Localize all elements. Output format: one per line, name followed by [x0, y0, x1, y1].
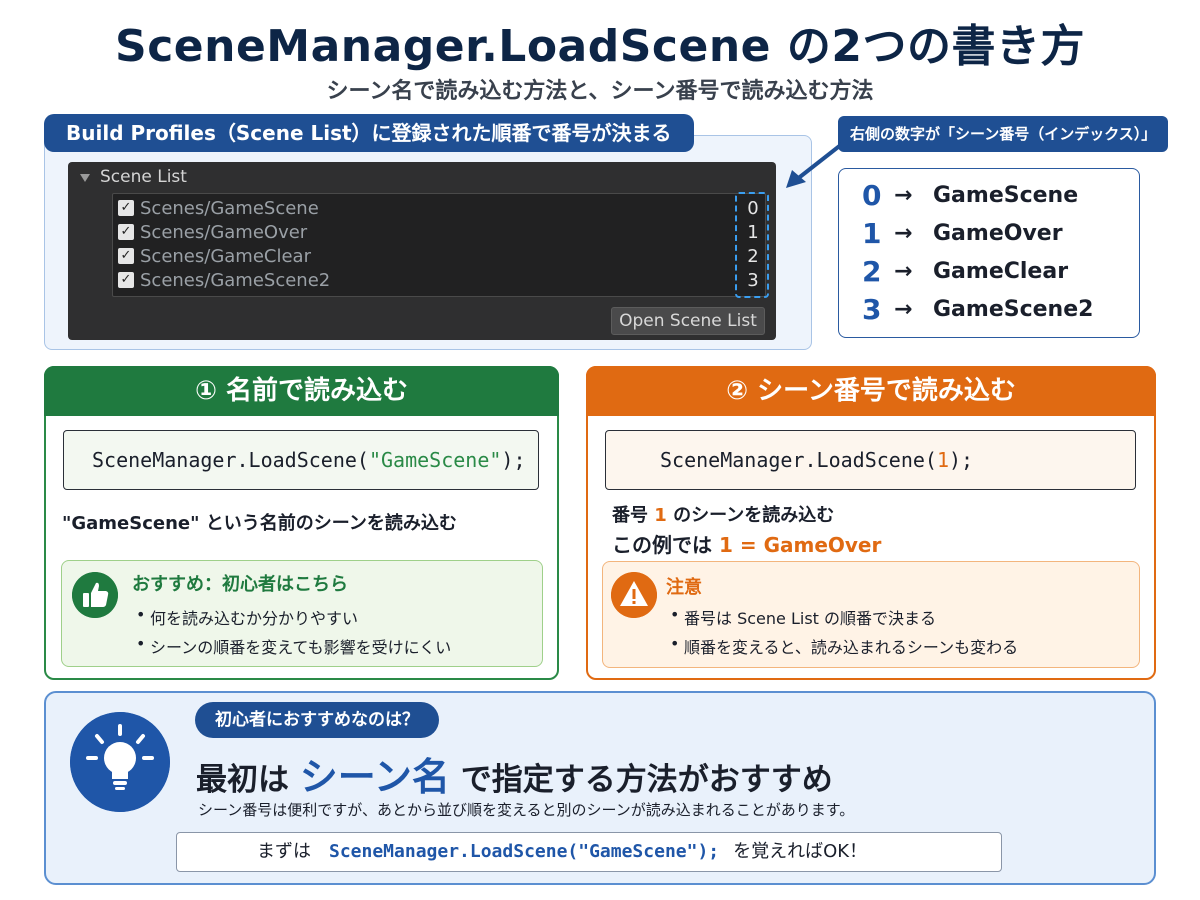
scene-row: ✓ Scenes/GameClear 2: [118, 245, 759, 269]
desc-text: この例では: [612, 533, 712, 557]
desc-example-value: 1 = GameOver: [718, 533, 882, 557]
desc-text: のシーンを読み込む: [673, 505, 835, 526]
load-by-number-example: この例では 1 = GameOver: [612, 529, 881, 558]
load-by-name-description: "GameScene" という名前のシーンを読み込む: [62, 513, 457, 534]
right-arrow-icon: →: [894, 183, 913, 208]
foldout-triangle-icon[interactable]: [80, 174, 90, 182]
scene-number-callout: 右側の数字が「シーン番号（インデックス）」: [838, 116, 1169, 152]
checkbox-checked-icon[interactable]: ✓: [118, 272, 134, 288]
page-title: SceneManager.LoadScene の2つの書き方: [115, 21, 1085, 72]
scene-list-header: Scene List: [100, 167, 187, 187]
code-number-arg: 1: [936, 448, 949, 472]
code-call: SceneManager.LoadScene(: [660, 448, 937, 472]
mapping-number: 2: [862, 255, 882, 288]
scene-path: Scenes/GameScene: [140, 198, 319, 219]
mapping-number: 1: [862, 217, 882, 250]
recommendation-text: シーン番号は便利ですが、あとから並び順を変えると別のシーンが読み込まれることがあ…: [198, 801, 855, 819]
mapping-scene: GameClear: [933, 259, 1069, 284]
headline-emphasis: シーン名: [299, 755, 450, 799]
load-by-number-heading: ② シーン番号で読み込む: [586, 366, 1156, 416]
build-profiles-banner: Build Profiles（Scene List）に登録された順番で番号が決ま…: [44, 114, 694, 152]
open-scene-list-button[interactable]: Open Scene List: [611, 307, 765, 335]
recommendation-pill: 初心者におすすめなのは？: [195, 702, 439, 738]
code-call: SceneManager.LoadScene(: [92, 448, 369, 472]
headline-text: 最初は: [196, 762, 289, 798]
scene-row: ✓ Scenes/GameScene2 3: [118, 269, 759, 293]
mapping-row: 2 → GameClear: [862, 254, 1122, 290]
recommend-note-item: 何を読み込むか分かりやすい: [136, 605, 358, 629]
scene-row: ✓ Scenes/GameOver 1: [118, 221, 759, 245]
scene-path: Scenes/GameClear: [140, 246, 311, 267]
mapping-number: 3: [862, 293, 882, 326]
scene-path: Scenes/GameScene2: [140, 270, 331, 291]
recommend-note-title: おすすめ：初心者はこちら: [132, 574, 348, 595]
warning-note-title: 注意: [666, 577, 702, 598]
code-end: );: [949, 448, 974, 472]
load-by-number-description: 番号 1 のシーンを読み込む: [612, 501, 834, 527]
headline-text: で指定する方法がおすすめ: [460, 762, 833, 798]
checkbox-checked-icon[interactable]: ✓: [118, 200, 134, 216]
right-arrow-icon: →: [894, 221, 913, 246]
warning-note-item: 順番を変えると、読み込まれるシーンも変わる: [670, 634, 1018, 658]
scene-path: Scenes/GameOver: [140, 222, 308, 243]
scene-row: ✓ Scenes/GameScene 0: [118, 197, 759, 221]
code-box-text: を覚えればOK！: [733, 841, 868, 862]
lightbulb-icon: [70, 712, 170, 812]
mapping-row: 0 → GameScene: [862, 178, 1122, 214]
mapping-row: 1 → GameOver: [862, 216, 1122, 252]
code-end: );: [501, 448, 526, 472]
thumbs-up-icon: [72, 572, 118, 618]
desc-number: 1: [654, 505, 667, 526]
code-box-text: まずは: [257, 841, 311, 862]
warning-note-item: 番号は Scene List の順番で決まる: [670, 605, 936, 629]
page-subtitle: シーン名で読み込む方法と、シーン番号で読み込む方法: [326, 79, 874, 104]
mapping-row: 3 → GameScene2: [862, 292, 1122, 328]
right-arrow-icon: →: [894, 297, 913, 322]
load-by-name-code: SceneManager.LoadScene("GameScene");: [63, 430, 539, 490]
right-arrow-icon: →: [894, 259, 913, 284]
recommend-note-item: シーンの順番を変えても影響を受けにくい: [136, 634, 451, 658]
mapping-number: 0: [862, 179, 882, 212]
mapping-scene: GameScene2: [933, 297, 1094, 322]
recommendation-code-box: まずは SceneManager.LoadScene("GameScene"); を…: [176, 832, 1002, 872]
recommendation-headline: 最初は シーン名 で指定する方法がおすすめ: [196, 746, 833, 801]
checkbox-checked-icon[interactable]: ✓: [118, 248, 134, 264]
index-highlight-frame: [735, 192, 769, 298]
checkbox-checked-icon[interactable]: ✓: [118, 224, 134, 240]
mapping-scene: GameScene: [933, 183, 1079, 208]
code-string-arg: "GameScene": [368, 448, 502, 472]
warning-icon: [611, 572, 657, 618]
mapping-scene: GameOver: [933, 221, 1063, 246]
recommended-code: SceneManager.LoadScene("GameScene");: [329, 841, 720, 862]
desc-text: 番号: [612, 505, 648, 526]
load-by-name-heading: ① 名前で読み込む: [44, 366, 559, 416]
load-by-number-code: SceneManager.LoadScene(1);: [605, 430, 1136, 490]
